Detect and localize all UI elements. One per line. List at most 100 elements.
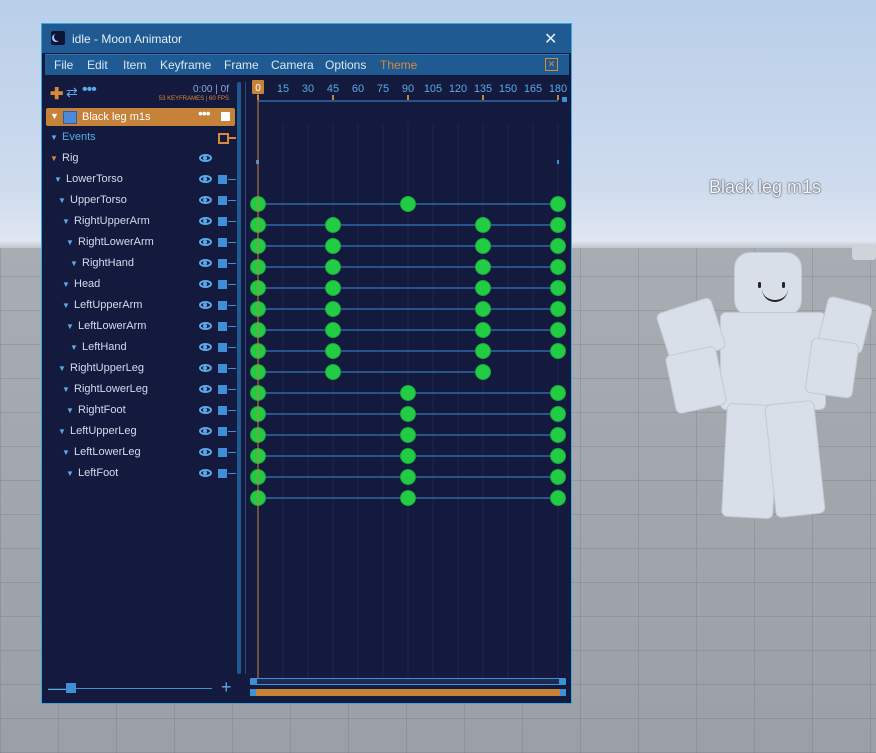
event-marker[interactable]	[557, 160, 559, 164]
zoom-slider[interactable]: — +	[48, 677, 235, 699]
keyframe[interactable]	[550, 301, 566, 317]
expand-icon[interactable]: ▼	[66, 238, 74, 247]
track-select-box[interactable]	[218, 364, 227, 373]
track-row[interactable]: ▼ LeftHand	[42, 338, 238, 358]
menu-theme[interactable]: Theme	[380, 58, 417, 72]
zoom-out-icon[interactable]: —	[48, 678, 66, 699]
expand-icon[interactable]: ▼	[66, 322, 74, 331]
track-row[interactable]: ▼ Head	[42, 275, 238, 295]
keyframe[interactable]	[475, 259, 491, 275]
expand-icon[interactable]: ▼	[62, 280, 70, 289]
keyframe[interactable]	[475, 343, 491, 359]
keyframe[interactable]	[400, 406, 416, 422]
eye-icon[interactable]	[199, 427, 212, 435]
more-icon[interactable]: •••	[82, 81, 97, 99]
item-select-box[interactable]	[221, 112, 230, 121]
eye-icon[interactable]	[199, 385, 212, 393]
keyframe[interactable]	[550, 217, 566, 233]
track-row[interactable]: ▼ RightLowerArm	[42, 233, 238, 253]
track-select-box[interactable]	[218, 448, 227, 457]
keyframe[interactable]	[550, 469, 566, 485]
keyframe[interactable]	[475, 280, 491, 296]
expand-icon[interactable]: ▼	[58, 427, 66, 436]
track-select-box[interactable]	[218, 322, 227, 331]
menu-camera[interactable]: Camera	[271, 58, 314, 72]
track-select-box[interactable]	[218, 406, 227, 415]
rig-track[interactable]: ▼ Rig	[42, 149, 238, 169]
keyframe[interactable]	[325, 280, 341, 296]
eye-icon[interactable]	[199, 301, 212, 309]
menu-frame[interactable]: Frame	[224, 58, 259, 72]
track-select-box[interactable]	[218, 343, 227, 352]
vertical-scrollbar[interactable]	[250, 678, 566, 685]
eye-icon[interactable]	[199, 217, 212, 225]
keyframe[interactable]	[475, 238, 491, 254]
track-select-box[interactable]	[218, 238, 227, 247]
track-row[interactable]: ▼ LeftLowerLeg	[42, 443, 238, 463]
menu-item[interactable]: Item	[123, 58, 146, 72]
track-select-box[interactable]	[218, 280, 227, 289]
track-select-box[interactable]	[218, 259, 227, 268]
moon-animator-window[interactable]: idle - Moon Animator ✕ File Edit Item Ke…	[41, 23, 572, 704]
eye-icon[interactable]	[199, 406, 212, 414]
keyframe[interactable]	[325, 322, 341, 338]
timeline-panel[interactable]: 15 30 45 60 75 90 105 120 135 150 165 180 0	[250, 79, 568, 679]
expand-icon[interactable]: ▼	[58, 196, 66, 205]
expand-icon[interactable]: ▼	[62, 217, 70, 226]
menu-keyframe[interactable]: Keyframe	[160, 58, 211, 72]
track-row[interactable]: ▼ LeftUpperLeg	[42, 422, 238, 442]
expand-icon[interactable]: ▼	[62, 385, 70, 394]
track-row[interactable]: ▼ RightFoot	[42, 401, 238, 421]
eye-icon[interactable]	[199, 259, 212, 267]
keyframe[interactable]	[475, 322, 491, 338]
keyframe[interactable]	[400, 196, 416, 212]
track-row[interactable]: ▼ LeftFoot	[42, 464, 238, 484]
menu-file[interactable]: File	[54, 58, 73, 72]
expand-icon[interactable]: ▼	[66, 406, 74, 415]
window-titlebar[interactable]: idle - Moon Animator ✕	[42, 24, 571, 53]
track-select-box[interactable]	[218, 196, 227, 205]
timeline-canvas[interactable]: 15 30 45 60 75 90 105 120 135 150 165 180 0	[250, 79, 568, 679]
track-row[interactable]: ▼ RightUpperLeg	[42, 359, 238, 379]
keyframe[interactable]	[400, 427, 416, 443]
eye-icon[interactable]	[199, 343, 212, 351]
timeline-scroll-thumb[interactable]	[256, 689, 560, 696]
expand-icon[interactable]: ▼	[50, 154, 58, 163]
events-track[interactable]: ▼ Events	[42, 128, 238, 148]
expand-icon[interactable]: ▼	[50, 133, 58, 142]
expand-icon[interactable]: ▼	[54, 175, 62, 184]
keyframe[interactable]	[325, 364, 341, 380]
keyframe[interactable]	[325, 238, 341, 254]
track-select-box[interactable]	[218, 301, 227, 310]
keyframe[interactable]	[400, 448, 416, 464]
track-row[interactable]: ▼ LowerTorso	[42, 170, 238, 190]
keyframe[interactable]	[550, 196, 566, 212]
track-row[interactable]: ▼ LeftLowerArm	[42, 317, 238, 337]
track-select-box[interactable]	[218, 427, 227, 436]
keyframe[interactable]	[550, 322, 566, 338]
keyframe[interactable]	[550, 343, 566, 359]
expand-icon[interactable]: ▼	[50, 111, 59, 121]
expand-icon[interactable]: ▼	[70, 259, 78, 268]
keyframe[interactable]	[550, 490, 566, 506]
expand-icon[interactable]: ▼	[58, 364, 66, 373]
keyframe[interactable]	[325, 217, 341, 233]
eye-icon[interactable]	[199, 238, 212, 246]
menu-options[interactable]: Options	[325, 58, 366, 72]
timeline-scrollbar[interactable]	[250, 689, 566, 696]
expand-icon[interactable]: ▼	[62, 448, 70, 457]
add-icon[interactable]: ✚	[50, 84, 63, 104]
keyframe[interactable]	[400, 385, 416, 401]
eye-icon[interactable]	[199, 280, 212, 288]
item-more-icon[interactable]: •••	[198, 105, 211, 121]
keyframe[interactable]	[475, 301, 491, 317]
eye-icon[interactable]	[199, 196, 212, 204]
keyframe[interactable]	[475, 217, 491, 233]
eye-icon[interactable]	[199, 469, 212, 477]
keyframe[interactable]	[550, 385, 566, 401]
keyframe[interactable]	[550, 406, 566, 422]
keyframe[interactable]	[550, 259, 566, 275]
expand-icon[interactable]: ▼	[62, 301, 70, 310]
track-row[interactable]: ▼ RightLowerLeg	[42, 380, 238, 400]
track-row[interactable]: ▼ UpperTorso	[42, 191, 238, 211]
